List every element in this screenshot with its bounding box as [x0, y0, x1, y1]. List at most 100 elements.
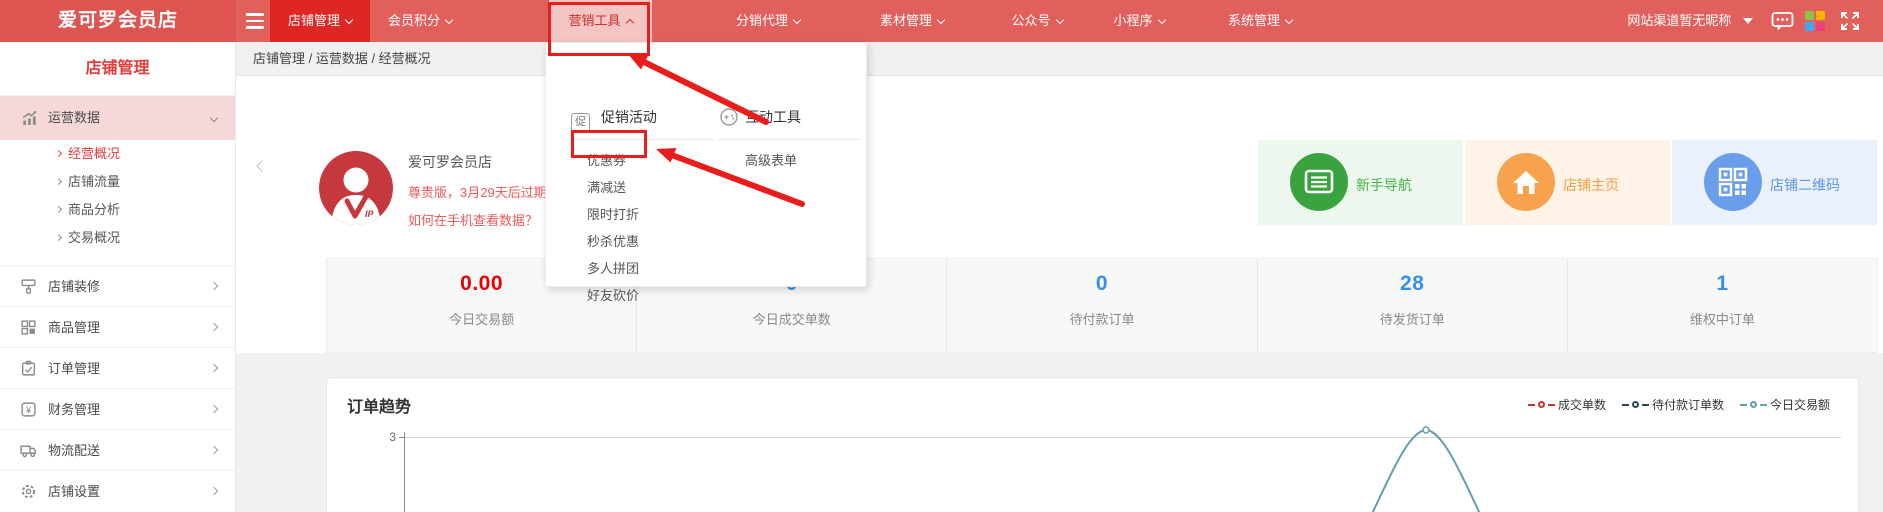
chevron-up-icon	[625, 19, 633, 27]
nav-item-marketing-tools[interactable]: 营销工具	[549, 0, 652, 42]
sidebar-item-operation-data[interactable]: 运营数据	[0, 96, 235, 140]
chevron-right-icon	[210, 405, 218, 413]
section-header-label: 互动工具	[745, 109, 801, 125]
brush-icon	[20, 278, 37, 295]
legend-marker	[1538, 401, 1545, 408]
legend-label: 今日交易额	[1770, 396, 1830, 413]
order-trend-card: 订单趋势 成交单数 待付款订单数 今日交易额	[326, 377, 1859, 512]
nav-label: 公众号	[1011, 13, 1050, 28]
menu-item-advanced-form[interactable]: 高级表单	[745, 147, 865, 174]
side-item-label: 物流配送	[48, 443, 100, 458]
stat-label: 待付款订单	[947, 309, 1256, 328]
sidebar-item-order-management[interactable]: 订单管理	[0, 347, 235, 388]
svg-text:IP: IP	[365, 209, 375, 219]
sidebar-subitem-transaction-overview[interactable]: 交易概况	[0, 224, 235, 252]
sidebar-collapse-handle[interactable]	[252, 146, 272, 186]
clipboard-icon	[20, 360, 37, 377]
nav-item-system-management[interactable]: 系统管理	[1208, 0, 1312, 42]
admin-console: 爱可罗会员店 店铺管理 会员积分 营销工具 分销代理 素材管理 公众号 小程序 …	[0, 0, 1883, 512]
chevron-down-icon	[345, 16, 353, 24]
nav-item-distribution-agent[interactable]: 分销代理	[716, 0, 820, 42]
shop-avatar: IP	[319, 151, 393, 225]
promo-section-header: 促 促销活动	[571, 105, 657, 129]
nav-item-material-management[interactable]: 素材管理	[860, 0, 964, 42]
chevron-right-icon	[55, 206, 62, 213]
sidebar: 店铺管理 运营数据 经营概况 店铺流量 商品分析 交易概况	[0, 42, 236, 512]
legend-line	[1528, 404, 1535, 406]
sidebar-item-logistics[interactable]: 物流配送	[0, 429, 235, 470]
sidebar-item-product-management[interactable]: 商品管理	[0, 306, 235, 347]
user-account-menu[interactable]: 网站渠道暂无昵称	[1627, 0, 1753, 42]
y-axis-tick-label: 3	[378, 430, 396, 444]
shop-logo: 爱可罗会员店	[0, 0, 236, 42]
stat-value: 0	[947, 272, 1256, 296]
chevron-right-icon	[210, 323, 218, 331]
chevron-right-icon	[210, 282, 218, 290]
section-header-label: 促销活动	[601, 109, 657, 125]
breadcrumb[interactable]: 店铺管理 / 运营数据 / 经营概况	[236, 42, 1883, 76]
gear-icon	[20, 483, 37, 500]
legend-item-pending-payment-orders[interactable]: 待付款订单数	[1622, 396, 1724, 413]
sidebar-title: 店铺管理	[0, 42, 235, 96]
nav-label: 会员积分	[388, 13, 440, 28]
subitem-label: 交易概况	[68, 230, 120, 245]
legend-line	[1760, 404, 1767, 406]
menu-item-full-reduction[interactable]: 满减送	[587, 174, 707, 201]
chevron-right-icon	[55, 178, 62, 185]
side-item-label: 订单管理	[48, 361, 100, 376]
truck-icon	[20, 442, 37, 459]
legend-marker	[1632, 401, 1639, 408]
nav-item-mini-program[interactable]: 小程序	[1094, 0, 1184, 42]
stat-disputed-orders: 1 维权中订单	[1568, 259, 1877, 352]
chevron-right-icon	[55, 234, 62, 241]
stat-value: 1	[1568, 272, 1877, 296]
sidebar-subitem-product-analysis[interactable]: 商品分析	[0, 196, 235, 224]
sidebar-item-shop-settings[interactable]: 店铺设置	[0, 470, 235, 511]
nav-label: 店铺管理	[288, 13, 340, 28]
legend-item-today-transaction-amount[interactable]: 今日交易额	[1740, 396, 1830, 413]
sidebar-item-finance-management[interactable]: ¥ 财务管理	[0, 388, 235, 429]
menu-item-friend-bargain[interactable]: 好友砍价	[587, 282, 707, 309]
nav-label: 分销代理	[736, 13, 788, 28]
quicklink-shop-homepage[interactable]: 店铺主页	[1465, 140, 1670, 225]
chart-icon	[21, 110, 38, 127]
menu-item-group-buying[interactable]: 多人拼团	[587, 255, 707, 282]
nav-item-member-points[interactable]: 会员积分	[370, 0, 470, 42]
marketing-tools-dropdown: 促 促销活动 互动工具 优惠券 满减送 限时打折 秒杀优惠 多人拼团 好友砍价 …	[545, 42, 867, 287]
app-grid-icon[interactable]	[1804, 10, 1828, 34]
mobile-data-link[interactable]: 如何在手机查看数据？	[408, 210, 538, 229]
quicklink-shop-qrcode[interactable]: 店铺二维码	[1672, 140, 1877, 225]
legend-line	[1642, 404, 1649, 406]
y-axis-line	[404, 432, 405, 512]
sidebar-subitem-shop-traffic[interactable]: 店铺流量	[0, 168, 235, 196]
legend-item-completed-orders[interactable]: 成交单数	[1528, 396, 1606, 413]
nav-label: 营销工具	[568, 13, 620, 28]
home-icon	[1497, 153, 1555, 211]
quicklink-label: 店铺主页	[1563, 175, 1619, 195]
stat-label: 今日交易额	[327, 309, 636, 328]
legend-line	[1622, 404, 1629, 406]
chevron-down-icon	[210, 114, 218, 122]
nav-item-shop-management[interactable]: 店铺管理	[270, 0, 370, 42]
menu-item-limited-time-discount[interactable]: 限时打折	[587, 201, 707, 228]
subitem-label: 商品分析	[68, 202, 120, 217]
breadcrumb-text: 店铺管理 / 运营数据 / 经营概况	[253, 51, 431, 66]
quicklink-newbie-guide[interactable]: 新手导航	[1258, 140, 1463, 225]
fullscreen-icon[interactable]	[1839, 10, 1863, 34]
chevron-down-icon	[1285, 16, 1293, 24]
legend-line	[1548, 404, 1555, 406]
chart-legend: 成交单数 待付款订单数 今日交易额	[1528, 396, 1830, 413]
message-icon[interactable]	[1771, 10, 1795, 34]
nav-item-official-account[interactable]: 公众号	[992, 0, 1082, 42]
user-nickname: 网站渠道暂无昵称	[1627, 13, 1731, 28]
nav-label: 小程序	[1113, 13, 1152, 28]
menu-item-flash-sale[interactable]: 秒杀优惠	[587, 228, 707, 255]
sidebar-subitem-business-overview[interactable]: 经营概况	[0, 140, 235, 168]
nav-label: 系统管理	[1228, 13, 1280, 28]
menu-item-coupon[interactable]: 优惠券	[587, 147, 707, 174]
divider	[719, 139, 861, 140]
sidebar-item-shop-decoration[interactable]: 店铺装修	[0, 265, 235, 306]
svg-text:¥: ¥	[25, 405, 32, 416]
chart-title: 订单趋势	[347, 393, 411, 417]
chevron-right-icon	[55, 150, 62, 157]
